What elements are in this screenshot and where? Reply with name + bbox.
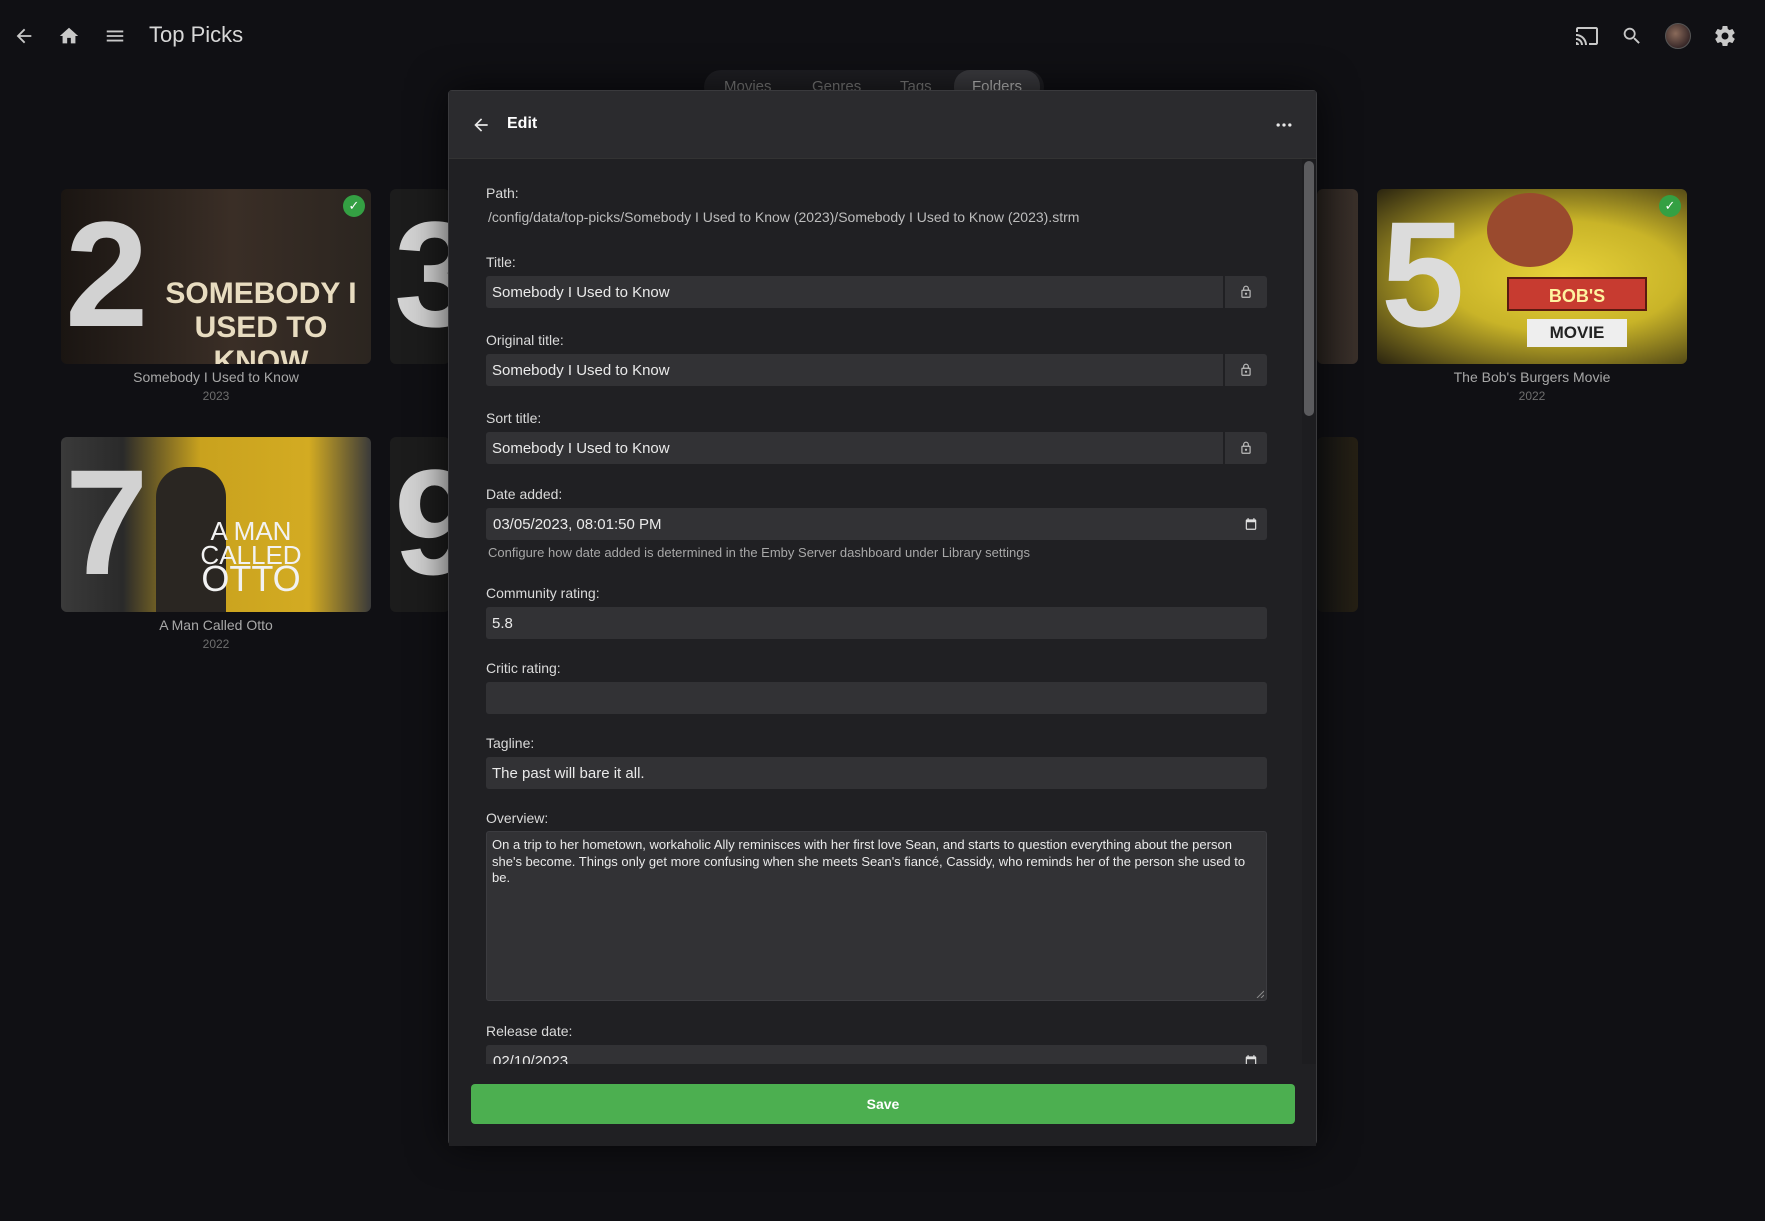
original-title-input[interactable]: Somebody I Used to Know [486,354,1267,386]
dialog-title: Edit [507,115,538,132]
sort-title-input-value: Somebody I Used to Know [492,440,670,457]
original-title-label: Original title: [486,332,564,348]
save-button[interactable]: Save [471,1084,1295,1124]
critic-rating-label: Critic rating: [486,660,561,676]
card-title[interactable]: Somebody I Used to Know [61,369,371,385]
media-card[interactable]: 7 A MAN CALLED OTTO [61,437,371,612]
top-app-bar: Top Picks [0,0,1765,72]
poster-title-art: A MAN CALLED OTTO [200,516,302,599]
media-card[interactable]: 9 [390,437,450,612]
poster-title-art: SOMEBODY I USED TO KNOW [165,277,357,364]
dialog-scroll-content[interactable]: Path: /config/data/top-picks/Somebody I … [449,159,1316,1064]
title-input-value: Somebody I Used to Know [492,284,670,301]
menu-icon[interactable] [99,20,131,52]
resize-grip-icon[interactable] [1256,990,1264,998]
card-year: 2023 [202,389,230,403]
title-label: Title: [486,254,516,270]
sort-title-input[interactable]: Somebody I Used to Know [486,432,1267,464]
burger-patty-art [1487,193,1573,267]
tagline-label: Tagline: [486,735,535,751]
edit-dialog: Edit Path: /config/data/top-picks/Somebo… [448,90,1317,1146]
tagline-input[interactable]: The past will bare it all. [486,757,1267,789]
rank-number: 5 [1381,190,1465,358]
watched-check-icon: ✓ [343,195,365,217]
date-added-input[interactable]: 03/05/2023, 08:01:50 PM [486,508,1267,540]
sort-title-label: Sort title: [486,410,542,426]
original-title-input-value: Somebody I Used to Know [492,362,670,379]
card-year: 2022 [1518,389,1546,403]
card-title[interactable]: The Bob's Burgers Movie [1377,369,1687,385]
more-options-icon[interactable] [1270,111,1298,139]
poster-title-art: BOB'S BURGERS [1507,277,1647,340]
media-card-partial[interactable] [1317,189,1358,364]
card-year: 2022 [202,637,230,651]
community-rating-input-value: 5.8 [492,615,513,632]
rank-number: 3 [394,190,450,358]
rank-number: 2 [65,190,149,358]
path-label: Path: [486,185,519,201]
critic-rating-input[interactable] [486,682,1267,714]
search-icon[interactable] [1616,20,1648,52]
overview-textarea-value: On a trip to her hometown, workaholic Al… [492,837,1246,885]
tagline-input-value: The past will bare it all. [492,765,645,782]
overview-textarea[interactable]: On a trip to her hometown, workaholic Al… [486,831,1267,1001]
date-added-input-value: 03/05/2023, 08:01:50 PM [493,516,662,533]
lock-icon[interactable] [1223,432,1267,464]
scrollbar-thumb[interactable] [1304,161,1314,416]
home-icon[interactable] [53,20,85,52]
title-input[interactable]: Somebody I Used to Know [486,276,1267,308]
avatar[interactable] [1662,20,1694,52]
calendar-icon[interactable] [1243,1053,1259,1064]
lock-icon[interactable] [1223,276,1267,308]
card-title[interactable]: A Man Called Otto [61,617,371,633]
media-card[interactable]: 3 [390,189,450,364]
media-card[interactable]: 5 BOB'S BURGERS MOVIE ✓ [1377,189,1687,364]
release-date-label: Release date: [486,1023,573,1039]
cast-icon[interactable] [1571,20,1603,52]
poster-subtitle-art: MOVIE [1527,319,1627,347]
release-date-input-value: 02/10/2023 [493,1053,569,1064]
calendar-icon[interactable] [1243,516,1259,532]
media-card[interactable]: 2 SOMEBODY I USED TO KNOW ✓ [61,189,371,364]
date-added-hint: Configure how date added is determined i… [488,545,1030,560]
dialog-header: Edit [449,91,1316,159]
release-date-input[interactable]: 02/10/2023 [486,1045,1267,1064]
back-arrow-icon[interactable] [8,20,40,52]
watched-check-icon: ✓ [1659,195,1681,217]
community-rating-input[interactable]: 5.8 [486,607,1267,639]
overview-label: Overview: [486,810,549,826]
date-added-label: Date added: [486,486,563,502]
dialog-scrollbar[interactable] [1302,159,1316,1064]
media-card-partial[interactable] [1317,437,1358,612]
back-arrow-icon[interactable] [467,111,495,139]
rank-number: 9 [394,438,450,606]
rank-number: 7 [65,438,149,606]
page-title: Top Picks [149,22,244,47]
path-value: /config/data/top-picks/Somebody I Used t… [488,209,1080,225]
community-rating-label: Community rating: [486,585,600,601]
lock-icon[interactable] [1223,354,1267,386]
settings-gear-icon[interactable] [1709,20,1741,52]
